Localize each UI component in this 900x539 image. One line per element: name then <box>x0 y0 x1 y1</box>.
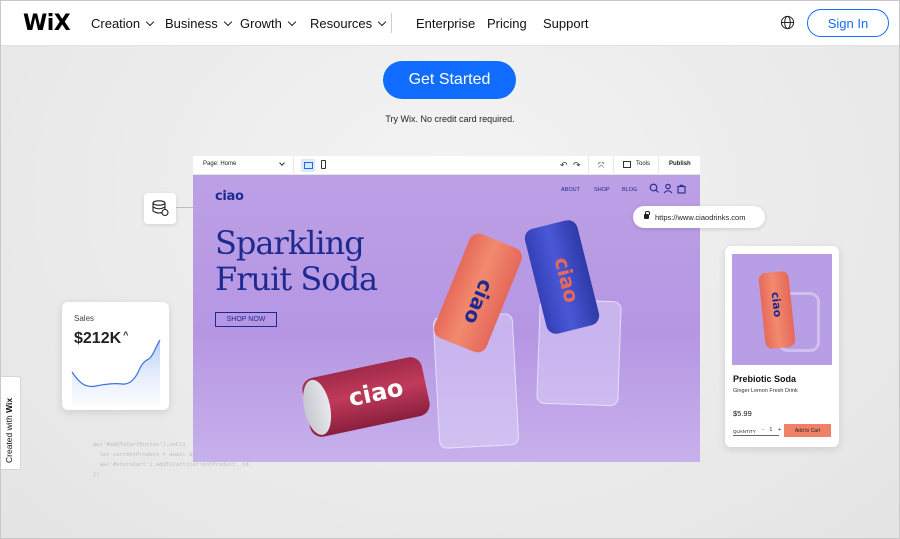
tools-icon[interactable] <box>623 161 631 168</box>
connector-line <box>176 207 193 208</box>
site-preview: ciao ABOUT SHOP BLOG Sparkling Fruit Sod… <box>193 175 700 462</box>
get-started-button[interactable]: Get Started <box>383 61 516 99</box>
redo-icon[interactable]: ↷ <box>573 160 581 171</box>
add-to-cart-button[interactable]: Add to Cart <box>784 424 831 437</box>
nav-label: Enterprise <box>416 16 476 31</box>
top-nav: WiX Creation Business Growth Resources E… <box>0 0 900 46</box>
nav-resources[interactable]: Resources <box>310 16 387 31</box>
headline-line: Fruit Soda <box>215 260 378 298</box>
site-url: https://www.ciaodrinks.com <box>655 213 746 222</box>
site-header-icons <box>649 183 686 194</box>
code-snippet: $w('#addToCartButton').onCli let current… <box>93 440 249 480</box>
sales-sparkline <box>71 339 161 406</box>
product-card: ciao Prebiotic Soda Ginger Lemon Fresh D… <box>725 246 839 447</box>
desktop-view-icon[interactable] <box>301 159 315 172</box>
shop-now-button[interactable]: SHOP NOW <box>215 312 277 327</box>
toolbar-divider <box>588 156 589 175</box>
toolbar-divider <box>613 156 614 175</box>
tools-button[interactable]: Tools <box>636 161 650 167</box>
can-text: ciao <box>346 373 406 413</box>
toolbar-divider <box>658 156 659 175</box>
fit-screen-icon[interactable]: ⤧ <box>598 161 604 171</box>
can-text: ciao <box>768 291 785 318</box>
product-image[interactable]: ciao <box>732 254 832 365</box>
database-icon <box>152 200 169 217</box>
code-line: $w('#storeCart').addToCart(currentProduc… <box>93 462 249 468</box>
nav-support[interactable]: Support <box>543 16 589 31</box>
chevron-down-icon[interactable] <box>279 160 285 166</box>
wix-logo[interactable]: WiX <box>23 11 71 36</box>
mobile-view-icon[interactable] <box>321 160 326 169</box>
nav-label: Resources <box>310 16 373 31</box>
product-price: $5.99 <box>733 409 752 418</box>
nav-label: Creation <box>91 16 141 31</box>
url-bar: https://www.ciaodrinks.com <box>633 206 765 228</box>
toolbar-divider <box>293 156 294 175</box>
globe-icon[interactable] <box>780 15 795 30</box>
created-with-label: Created with Wix <box>4 397 14 463</box>
created-with-wix-tab[interactable]: Created with Wix <box>0 376 21 470</box>
nav-label: Support <box>543 16 589 31</box>
database-card[interactable] <box>144 193 176 224</box>
nav-pricing[interactable]: Pricing <box>487 16 527 31</box>
nav-label: Growth <box>240 16 282 31</box>
product-subtitle: Ginger Lemon Fresh Drink <box>733 388 798 394</box>
headline-line: Sparkling <box>215 224 365 262</box>
code-line: let currentProduct = await $w(' <box>93 452 203 458</box>
sales-label: Sales <box>74 314 95 323</box>
chevron-down-icon <box>145 17 155 27</box>
quantity-value: 1 <box>769 427 775 433</box>
can-text: ciao <box>549 254 585 306</box>
nav-enterprise[interactable]: Enterprise <box>416 16 475 31</box>
orange-can-image: ciao <box>758 270 796 350</box>
lock-icon <box>644 211 650 219</box>
chevron-down-icon <box>287 17 297 27</box>
nav-business[interactable]: Business <box>165 16 232 31</box>
site-nav-blog[interactable]: BLOG <box>622 187 637 193</box>
site-nav-about[interactable]: ABOUT <box>561 187 580 193</box>
site-headline: Sparkling Fruit Soda <box>215 225 475 297</box>
site-nav-shop[interactable]: SHOP <box>594 187 610 193</box>
site-logo[interactable]: ciao <box>215 189 244 204</box>
page-select[interactable]: Page: Home <box>203 161 236 167</box>
quantity-label: QUANTITY <box>733 429 756 434</box>
red-can-image: ciao <box>298 354 432 440</box>
search-icon <box>649 183 659 193</box>
sales-card: Sales $212K ^ <box>62 302 169 410</box>
blue-can-image: ciao <box>522 218 602 336</box>
product-name: Prebiotic Soda <box>733 374 797 384</box>
undo-icon[interactable]: ↶ <box>560 160 568 171</box>
cart-icon <box>677 184 686 194</box>
editor-toolbar: Page: Home ↶ ↷ ⤧ Tools Publish <box>193 156 700 175</box>
quantity-underline <box>733 435 779 436</box>
nav-divider <box>391 13 392 33</box>
chevron-down-icon <box>223 17 232 27</box>
cta-subtext: Try Wix. No credit card required. <box>385 114 515 124</box>
nav-label: Business <box>165 16 218 31</box>
code-line: $w('#addToCartButton').onCli <box>93 442 186 448</box>
chevron-down-icon <box>377 17 387 27</box>
nav-growth[interactable]: Growth <box>240 16 297 31</box>
nav-creation[interactable]: Creation <box>91 16 155 31</box>
can-lid <box>298 377 336 438</box>
nav-label: Pricing <box>487 16 527 31</box>
can-text: ciao <box>458 276 499 328</box>
code-line: }) <box>93 472 100 478</box>
publish-button[interactable]: Publish <box>669 161 691 167</box>
quantity-stepper[interactable]: - 1 + <box>762 427 783 433</box>
user-icon <box>663 183 673 194</box>
sign-in-button[interactable]: Sign In <box>807 9 889 37</box>
